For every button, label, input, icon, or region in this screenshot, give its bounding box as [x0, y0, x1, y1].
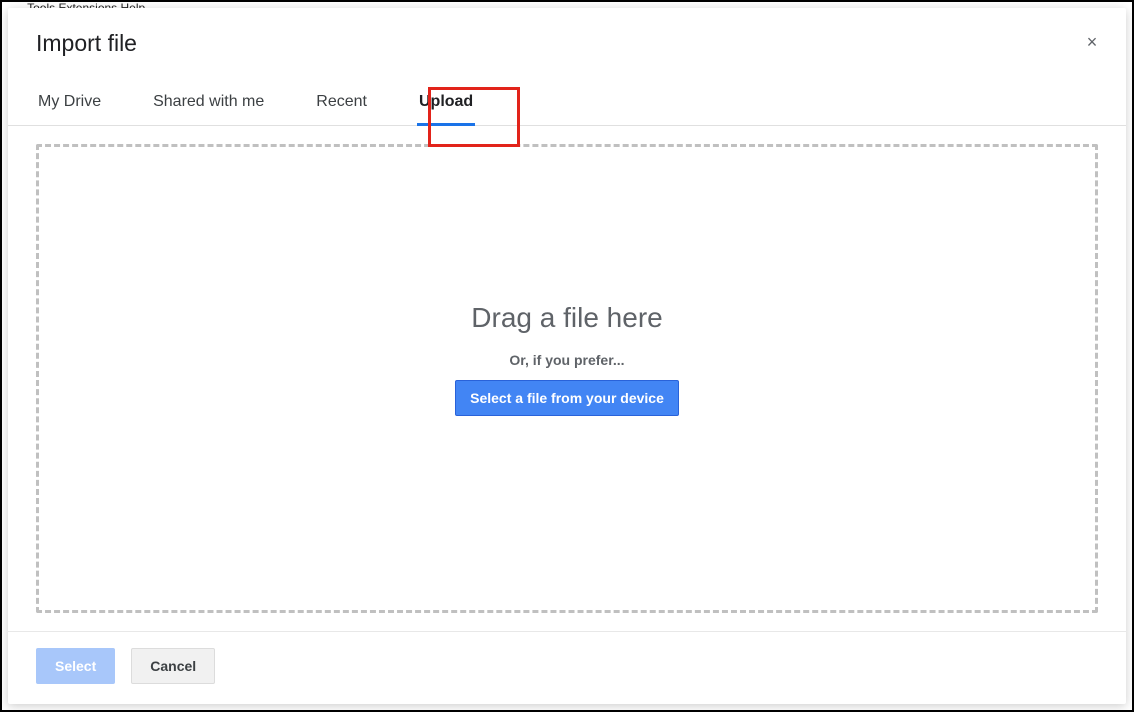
dialog-content: Drag a file here Or, if you prefer... Se… — [8, 126, 1126, 631]
upload-dropzone[interactable]: Drag a file here Or, if you prefer... Se… — [36, 144, 1098, 613]
tab-recent[interactable]: Recent — [314, 79, 369, 125]
dialog-title: Import file — [36, 30, 1098, 57]
close-button[interactable]: × — [1080, 30, 1104, 54]
close-icon: × — [1087, 33, 1098, 51]
dialog-header: Import file × — [8, 8, 1126, 57]
tab-upload[interactable]: Upload — [417, 79, 475, 125]
dialog-footer: Select Cancel — [8, 631, 1126, 704]
picker-tabs: My Drive Shared with me Recent Upload — [8, 79, 1126, 126]
select-button[interactable]: Select — [36, 648, 115, 684]
cancel-button[interactable]: Cancel — [131, 648, 215, 684]
dropzone-title: Drag a file here — [471, 302, 662, 334]
tab-my-drive[interactable]: My Drive — [36, 79, 103, 125]
dropzone-subtitle: Or, if you prefer... — [509, 352, 624, 368]
select-file-button[interactable]: Select a file from your device — [455, 380, 679, 416]
tab-shared-with-me[interactable]: Shared with me — [151, 79, 266, 125]
import-file-dialog: Import file × My Drive Shared with me Re… — [8, 8, 1126, 704]
